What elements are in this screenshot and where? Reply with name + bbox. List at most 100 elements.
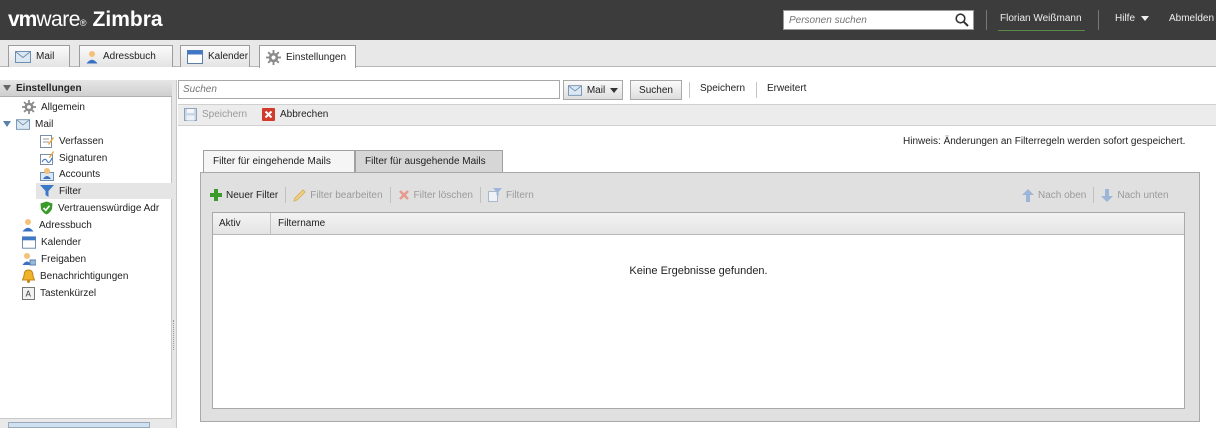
sidebar-item-accounts[interactable]: Accounts (40, 166, 100, 182)
tab-calendar[interactable]: Kalender (180, 45, 250, 67)
new-filter-button[interactable]: Neuer Filter (210, 189, 278, 201)
table-header: Aktiv Filtername (213, 213, 1184, 235)
splitter-grip[interactable] (173, 320, 176, 350)
sidebar-title: Einstellungen (16, 82, 82, 94)
sidebar-item-label: Filter (59, 185, 82, 197)
delete-filter-button[interactable]: Filter löschen (398, 189, 473, 201)
accounts-icon (40, 167, 54, 181)
move-down-label: Nach unten (1117, 189, 1169, 201)
sidebar-header[interactable]: Einstellungen (0, 80, 172, 97)
save-label: Speichern (202, 109, 248, 120)
main-search-input[interactable] (179, 81, 559, 98)
tab-label: Einstellungen (286, 51, 347, 63)
logo-vm: vm (8, 8, 37, 31)
sidebar-item-label: Freigaben (41, 253, 87, 265)
column-header-active[interactable]: Aktiv (213, 213, 271, 234)
user-name[interactable]: Florian Weißmann (1000, 13, 1082, 24)
toolbar-divider (389, 187, 391, 203)
save-button[interactable]: Speichern (184, 108, 247, 121)
keyboard-icon: A (22, 286, 35, 300)
sidebar-scrollbar-thumb[interactable] (8, 422, 150, 428)
sidebar-item-mail[interactable]: Mail (3, 116, 53, 132)
sidebar-item-signatures[interactable]: Signaturen (40, 150, 107, 166)
panel-splitter[interactable] (172, 80, 177, 428)
arrow-up-icon (1022, 188, 1034, 202)
sidebar-item-shortcuts[interactable]: A Tastenkürzel (22, 285, 96, 301)
filter-toolbar: Neuer Filter Filter bearbeiten Filter lö… (210, 185, 534, 205)
filter-notice: Hinweis: Änderungen an Filterregeln werd… (903, 136, 1186, 147)
toolbar-divider (479, 187, 481, 203)
logout-link[interactable]: Abmelden (1169, 13, 1214, 24)
sidebar-item-label: Benachrichtigungen (40, 270, 129, 282)
sidebar-item-label: Adressbuch (39, 219, 92, 231)
sidebar-item-addressbook[interactable]: Adressbuch (22, 217, 92, 233)
main-search-box[interactable] (178, 80, 560, 99)
search-icon[interactable] (954, 12, 970, 28)
save-search-button[interactable]: Speichern (700, 83, 745, 94)
people-search-box[interactable] (783, 10, 974, 30)
header-divider (1098, 10, 1099, 30)
people-search-input[interactable] (784, 11, 952, 29)
edit-filter-label: Filter bearbeiten (310, 189, 383, 201)
logo-ware: ware (36, 8, 80, 31)
sidebar-item-notifications[interactable]: Benachrichtigungen (22, 268, 128, 284)
tab-outgoing-filters[interactable]: Filter für ausgehende Mails (355, 150, 503, 172)
close-icon (262, 108, 275, 121)
move-down-button[interactable]: Nach unten (1101, 188, 1169, 202)
help-menu[interactable]: Hilfe (1115, 13, 1150, 24)
sidebar-item-label: Kalender (41, 236, 82, 248)
tab-label: Filter für ausgehende Mails (365, 156, 486, 167)
svg-text:A: A (26, 289, 32, 298)
tab-mail[interactable]: Mail (8, 45, 70, 67)
run-filter-icon (487, 188, 502, 202)
pencil-icon (293, 188, 306, 202)
search-button-label: Suchen (639, 84, 673, 96)
collapse-triangle-icon[interactable] (3, 85, 11, 91)
move-up-label: Nach oben (1038, 189, 1087, 201)
header-divider (986, 10, 987, 30)
search-button[interactable]: Suchen (630, 80, 682, 100)
sidebar-item-compose[interactable]: Verfassen (40, 133, 103, 149)
vmware-zimbra-logo[interactable]: vm ware ® Zimbra (8, 8, 163, 32)
sidebar-item-trusted-addresses[interactable]: Vertrauenswürdige Adr (40, 200, 172, 216)
advanced-search-button[interactable]: Erweitert (767, 83, 806, 94)
sharing-icon (22, 252, 36, 266)
move-up-button[interactable]: Nach oben (1022, 188, 1087, 202)
delete-filter-label: Filter löschen (413, 189, 473, 201)
toolbar-divider (1093, 187, 1095, 203)
sidebar-item-label: Mail (35, 118, 54, 130)
sidebar-item-label: Tastenkürzel (40, 287, 97, 299)
toolbar-divider (689, 82, 690, 98)
gear-icon (22, 100, 36, 114)
scope-label: Mail (586, 84, 606, 96)
logo-registered-mark: ® (79, 18, 87, 28)
chevron-down-icon (610, 87, 619, 93)
mail-icon (16, 118, 30, 130)
sidebar-item-label: Verfassen (59, 135, 104, 147)
edit-filter-button[interactable]: Filter bearbeiten (293, 188, 383, 202)
tab-settings[interactable]: Einstellungen (259, 45, 356, 68)
calendar-icon (187, 49, 203, 64)
chevron-down-icon (1141, 16, 1150, 21)
sidebar-item-general[interactable]: Allgemein (22, 99, 85, 115)
tab-label: Kalender (208, 51, 249, 62)
new-filter-label: Neuer Filter (226, 189, 279, 201)
filter-icon (40, 184, 54, 198)
bell-icon (22, 269, 35, 283)
cancel-button[interactable]: Abbrechen (262, 108, 328, 121)
mail-icon (15, 50, 31, 63)
run-filter-button[interactable]: Filtern (487, 188, 534, 202)
filter-table: Aktiv Filtername Keine Ergebnisse gefund… (212, 212, 1185, 409)
sidebar-item-calendar[interactable]: Kalender (22, 234, 81, 250)
sidebar-item-label: Signaturen (59, 152, 108, 164)
expand-triangle-icon[interactable] (3, 121, 11, 127)
delete-x-icon (398, 189, 410, 201)
tab-addressbook[interactable]: Adressbuch (79, 45, 173, 67)
search-scope-dropdown[interactable]: Mail (563, 80, 623, 100)
addressbook-icon (22, 218, 34, 232)
sidebar-item-sharing[interactable]: Freigaben (22, 251, 86, 267)
help-label: Hilfe (1115, 13, 1136, 24)
tab-incoming-filters[interactable]: Filter für eingehende Mails (203, 150, 355, 172)
column-header-filtername[interactable]: Filtername (271, 218, 325, 229)
sidebar-item-filter[interactable]: Filter (36, 183, 172, 199)
